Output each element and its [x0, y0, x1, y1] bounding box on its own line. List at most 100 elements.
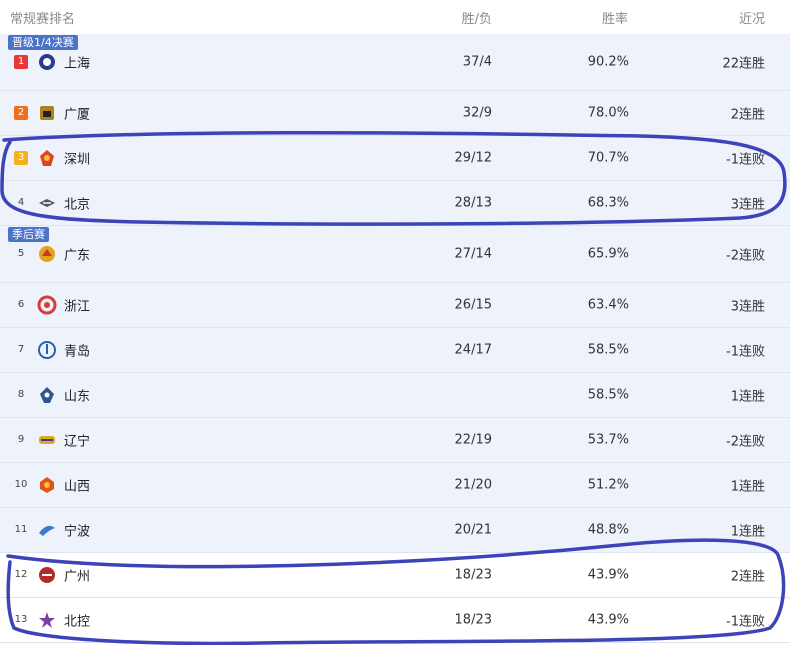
team-logo-icon	[39, 246, 55, 262]
team-record: 29/12	[454, 150, 492, 166]
rank-number: 6	[17, 299, 25, 310]
team-record: 18/23	[454, 612, 492, 628]
team-rate: 43.9%	[587, 567, 629, 583]
team-name[interactable]: 北控	[64, 611, 90, 630]
team-logo-icon	[39, 436, 55, 444]
team-recent: 3连胜	[730, 197, 765, 213]
team-logo-icon	[39, 199, 55, 207]
team-name[interactable]: 北京	[64, 194, 90, 213]
rank-number: 13	[14, 614, 28, 625]
table-row[interactable]: 3 深圳 29/12 70.7% -1连败	[0, 136, 790, 181]
team-logo-icon	[38, 341, 56, 359]
team-logo-icon	[39, 54, 55, 70]
rank-number: 10	[14, 479, 28, 490]
rank-badge: 1	[14, 55, 28, 69]
team-logo-icon	[39, 567, 55, 583]
team-rate: 90.2%	[587, 54, 629, 70]
table-row[interactable]: 9 辽宁 22/19 53.7% -2连败	[0, 418, 790, 463]
team-name[interactable]: 广州	[64, 566, 90, 585]
table-row[interactable]: 13 北控 18/23 43.9% -1连败	[0, 598, 790, 643]
rank-number: 9	[17, 434, 25, 445]
team-record: 20/21	[454, 522, 492, 538]
team-logo-icon	[40, 387, 54, 403]
team-logo-icon	[40, 477, 54, 493]
team-recent: -2连败	[726, 248, 765, 264]
group-label: 季后赛	[8, 227, 49, 242]
team-name[interactable]: 山东	[64, 386, 90, 405]
rank-number: 4	[17, 197, 25, 208]
table-row[interactable]: 12 广州 18/23 43.9% 2连胜	[0, 553, 790, 598]
team-record: 28/13	[454, 195, 492, 211]
rank-number: 8	[17, 389, 25, 400]
team-rate: 43.9%	[587, 612, 629, 628]
header-recent: 近况	[738, 12, 765, 27]
rank-number: 12	[14, 569, 28, 580]
team-record: 27/14	[454, 246, 492, 262]
team-rate: 58.5%	[587, 387, 629, 403]
team-rate: 63.4%	[587, 297, 629, 313]
header-record[interactable]: 胜/负	[462, 8, 492, 27]
group-playoffs: 季后赛 5 广东 27/14 65.9% -2连败 6 浙江 26/15 63.…	[0, 226, 790, 553]
team-logo-icon	[39, 525, 55, 536]
team-recent: -2连败	[726, 434, 765, 450]
table-row[interactable]: 4 北京 28/13 68.3% 3连胜	[0, 181, 790, 226]
team-name[interactable]: 广厦	[64, 104, 90, 123]
team-name[interactable]: 广东	[64, 245, 90, 264]
team-recent: 22连胜	[722, 56, 765, 72]
standings-table: 常规赛排名 胜/负 胜率 近况 晋级1/4决赛 1 上海 37/4 90.2% …	[0, 0, 790, 643]
team-recent: 2连胜	[730, 107, 765, 123]
table-row[interactable]: 10 山西 21/20 51.2% 1连胜	[0, 463, 790, 508]
group-quarterfinal: 晋级1/4决赛 1 上海 37/4 90.2% 22连胜 2 广厦 32/9 7…	[0, 34, 790, 226]
team-rate: 65.9%	[587, 246, 629, 262]
team-logo-icon	[37, 295, 57, 315]
team-rate: 68.3%	[587, 195, 629, 211]
table-row[interactable]: 7 青岛 24/17 58.5% -1连败	[0, 328, 790, 373]
rank-number: 5	[17, 248, 25, 259]
team-logo-icon	[39, 612, 55, 628]
table-row[interactable]: 8 山东 58.5% 1连胜	[0, 373, 790, 418]
team-recent: -1连败	[726, 152, 765, 168]
rank-badge: 2	[14, 106, 28, 120]
team-rate: 48.8%	[587, 522, 629, 538]
team-rate: 51.2%	[587, 477, 629, 493]
team-recent: 3连胜	[730, 299, 765, 315]
table-row[interactable]: 5 广东 27/14 65.9% -2连败	[0, 226, 790, 283]
rank-badge: 3	[14, 151, 28, 165]
team-recent: 2连胜	[730, 569, 765, 585]
team-record: 21/20	[454, 477, 492, 493]
table-row[interactable]: 2 广厦 32/9 78.0% 2连胜	[0, 91, 790, 136]
team-recent: 1连胜	[730, 524, 765, 540]
team-rate: 58.5%	[587, 342, 629, 358]
table-row[interactable]: 11 宁波 20/21 48.8% 1连胜	[0, 508, 790, 553]
team-recent: 1连胜	[730, 479, 765, 495]
team-rate: 70.7%	[587, 150, 629, 166]
team-record: 32/9	[462, 105, 492, 121]
team-rate: 78.0%	[587, 105, 629, 121]
team-recent: -1连败	[726, 344, 765, 360]
team-name[interactable]: 浙江	[64, 296, 90, 315]
team-name[interactable]: 辽宁	[64, 431, 90, 450]
team-record: 26/15	[454, 297, 492, 313]
group-label: 晋级1/4决赛	[8, 35, 78, 50]
team-name[interactable]: 山西	[64, 476, 90, 495]
table-row[interactable]: 1 上海 37/4 90.2% 22连胜	[0, 34, 790, 91]
team-name[interactable]: 上海	[64, 53, 90, 72]
table-row[interactable]: 6 浙江 26/15 63.4% 3连胜	[0, 283, 790, 328]
header-title: 常规赛排名	[10, 12, 76, 27]
team-record: 22/19	[454, 432, 492, 448]
rank-number: 7	[17, 344, 25, 355]
team-recent: 1连胜	[730, 389, 765, 405]
team-record: 18/23	[454, 567, 492, 583]
table-header: 常规赛排名 胜/负 胜率 近况	[0, 0, 790, 34]
team-rate: 53.7%	[587, 432, 629, 448]
team-name[interactable]: 青岛	[64, 341, 90, 360]
team-name[interactable]: 深圳	[64, 149, 90, 168]
header-rate[interactable]: 胜率	[602, 8, 628, 27]
team-recent: -1连败	[726, 614, 765, 630]
team-record: 37/4	[462, 54, 492, 70]
team-record: 24/17	[454, 342, 492, 358]
rank-number: 11	[14, 524, 28, 535]
team-name[interactable]: 宁波	[64, 521, 90, 540]
team-logo-icon	[40, 150, 54, 166]
team-logo-icon	[40, 106, 54, 120]
